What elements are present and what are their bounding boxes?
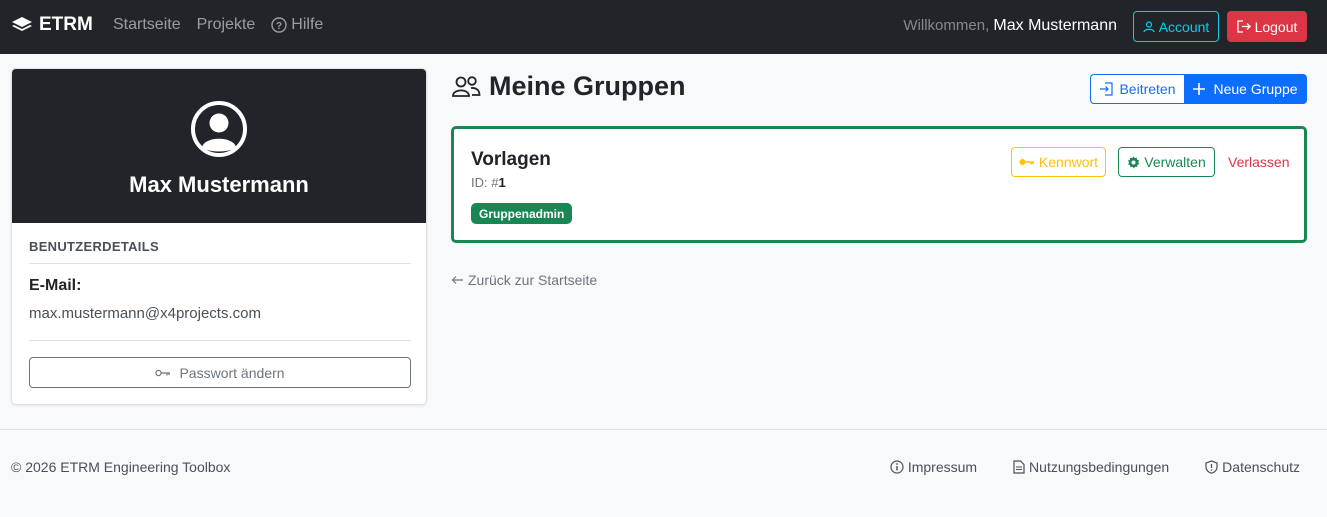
group-password-label: Kennwort <box>1038 154 1099 170</box>
group-id-value: 1 <box>498 175 506 190</box>
question-circle-icon: ? <box>271 17 287 33</box>
footer-divider <box>0 429 1327 430</box>
brand-label: ETRM <box>39 14 93 35</box>
document-icon <box>1013 460 1025 474</box>
email-label: E-Mail: <box>29 277 82 294</box>
key-icon <box>1019 159 1034 165</box>
change-password-label: Passwort ändern <box>179 364 285 381</box>
shield-icon <box>1205 460 1218 474</box>
logout-label: Logout <box>1254 18 1298 35</box>
welcome-prefix: Willkommen, <box>903 17 990 34</box>
new-group-label: Neue Gruppe <box>1213 81 1298 97</box>
logout-button[interactable]: Logout <box>1227 11 1307 42</box>
user-details-heading: BENUTZERDETAILS <box>29 239 159 254</box>
footer-links: Impressum Nutzungsbedingungen Datenschut… <box>890 459 1300 475</box>
back-to-home-label: Zurück zur Startseite <box>468 272 598 288</box>
group-leave-button[interactable]: Verlassen <box>1228 154 1289 170</box>
account-label: Account <box>1158 18 1210 35</box>
info-circle-icon <box>890 460 904 474</box>
footer-link-nutzungsbedingungen[interactable]: Nutzungsbedingungen <box>1013 459 1169 475</box>
join-group-button[interactable]: Beitreten <box>1090 74 1185 104</box>
footer-link-datenschutz-label: Datenschutz <box>1222 459 1300 475</box>
person-icon <box>1143 20 1155 32</box>
back-to-home-link[interactable]: Zurück zur Startseite <box>451 272 597 288</box>
nav-link-hilfe[interactable]: ? Hilfe <box>271 16 323 34</box>
page-title-label: Meine Gruppen <box>489 71 686 101</box>
group-name: Vorlagen <box>471 149 551 170</box>
new-group-button[interactable]: Neue Gruppe <box>1184 74 1307 104</box>
footer-link-impressum-label: Impressum <box>907 459 978 475</box>
nav-link-hilfe-label: Hilfe <box>291 16 324 33</box>
footer-link-nutzungsbedingungen-label: Nutzungsbedingungen <box>1029 459 1170 475</box>
footer-link-impressum[interactable]: Impressum <box>890 459 977 475</box>
group-id-prefix: ID: # <box>471 175 499 190</box>
join-group-label: Beitreten <box>1119 81 1176 97</box>
group-role-badge: Gruppenadmin <box>471 203 573 224</box>
footer-link-datenschutz[interactable]: Datenschutz <box>1205 459 1300 475</box>
group-card: Vorlagen ID: #1 Gruppenadmin Kennwort Ve… <box>451 126 1307 243</box>
top-navbar: ETRM Startseite Projekte ? Hilfe Willkom… <box>0 0 1327 54</box>
group-manage-label: Verwalten <box>1144 154 1206 170</box>
change-password-button[interactable]: Passwort ändern <box>29 357 411 388</box>
divider <box>29 263 411 264</box>
arrow-left-icon <box>451 276 463 284</box>
plus-icon <box>1193 83 1206 95</box>
page-title: Meine Gruppen <box>451 71 686 102</box>
profile-card: Max Mustermann BENUTZERDETAILS E-Mail: m… <box>11 68 427 405</box>
footer-copyright: © 2026 ETRM Engineering Toolbox <box>11 459 231 475</box>
divider <box>29 340 411 341</box>
gear-icon <box>1128 155 1140 168</box>
account-button[interactable]: Account <box>1133 11 1219 42</box>
profile-header: Max Mustermann <box>12 69 426 223</box>
profile-name: Max Mustermann <box>129 172 309 197</box>
email-value: max.mustermann@x4projects.com <box>29 305 261 322</box>
group-id: ID: #1 <box>471 175 506 190</box>
layers-icon <box>12 17 32 31</box>
nav-link-projekte[interactable]: Projekte <box>197 16 256 34</box>
nav-link-startseite[interactable]: Startseite <box>113 16 181 34</box>
logout-icon <box>1236 20 1251 33</box>
svg-text:?: ? <box>276 21 282 32</box>
user-avatar-icon <box>191 101 247 157</box>
welcome-user-name: Max Mustermann <box>993 17 1117 34</box>
enter-icon <box>1100 82 1114 96</box>
people-icon <box>452 75 481 97</box>
group-password-button[interactable]: Kennwort <box>1011 147 1106 177</box>
key-icon <box>155 369 171 376</box>
brand-link[interactable]: ETRM <box>11 14 93 36</box>
welcome-text: Willkommen, Max Mustermann <box>903 17 1117 35</box>
group-manage-button[interactable]: Verwalten <box>1118 147 1215 177</box>
